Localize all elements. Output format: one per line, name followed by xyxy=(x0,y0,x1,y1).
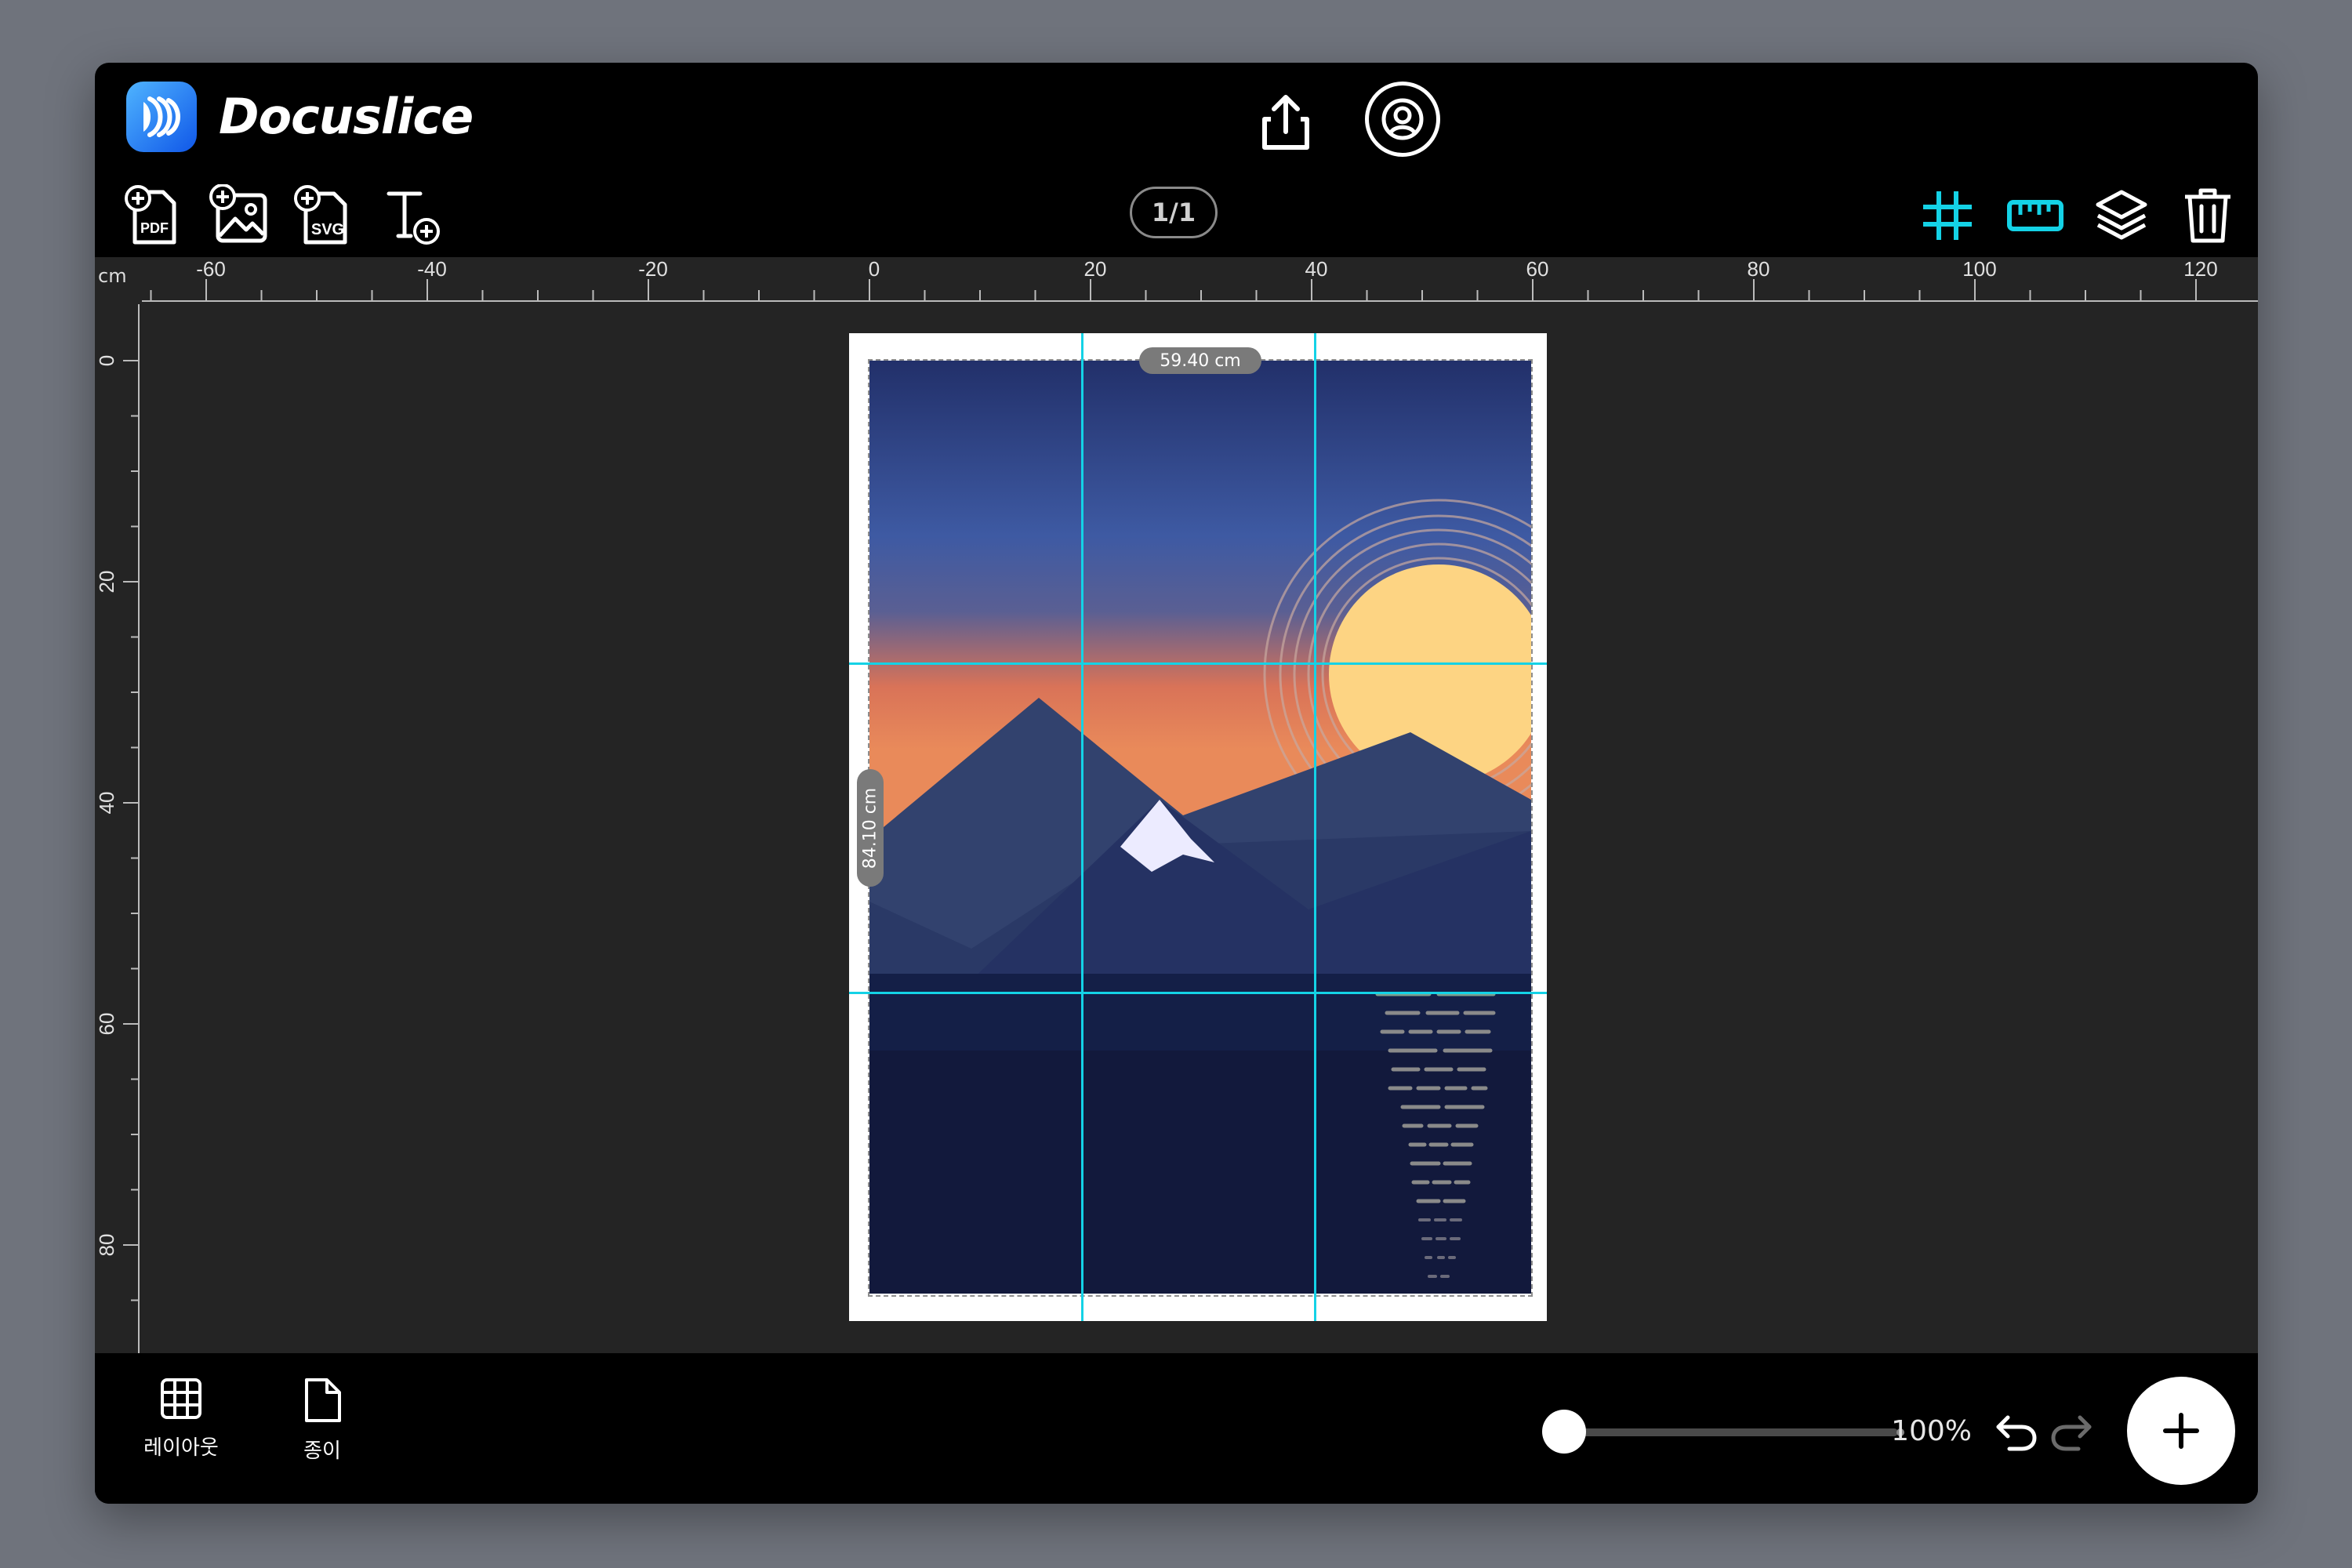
ruler-tick-label: 40 xyxy=(95,792,118,815)
redo-button[interactable] xyxy=(2047,1406,2097,1457)
add-pdf-button[interactable]: PDF xyxy=(118,180,189,251)
account-button[interactable] xyxy=(1365,82,1440,157)
layout-grid-icon xyxy=(161,1378,201,1419)
paper-height-label: 84.10 cm xyxy=(857,769,884,887)
tab-paper[interactable]: 종이 xyxy=(275,1377,369,1464)
ruler-tick-label: 0 xyxy=(869,257,880,281)
undo-button[interactable] xyxy=(1991,1406,2041,1457)
ruler-toggle-button[interactable] xyxy=(2000,180,2071,251)
account-icon xyxy=(1381,98,1424,140)
tab-layout[interactable]: 레이아웃 xyxy=(134,1377,228,1461)
layers-button[interactable] xyxy=(2086,180,2157,251)
canvas-area[interactable]: -60 -40 -20 0 20 40 60 80 100 120 0 20 40 60 80 cm xyxy=(95,257,2258,1353)
ruler-tick-label: -20 xyxy=(638,257,668,281)
redo-icon xyxy=(2051,1415,2092,1451)
bottom-bar: 레이아웃 종이 100% xyxy=(95,1353,2258,1504)
ruler-tick-label: 80 xyxy=(1748,257,1770,281)
share-button[interactable] xyxy=(1247,83,1325,162)
add-button[interactable] xyxy=(2127,1377,2235,1485)
ruler-tick-label: 60 xyxy=(95,1013,118,1036)
ruler-unit-label: cm xyxy=(98,265,127,287)
zoom-slider-handle[interactable] xyxy=(1542,1410,1586,1454)
ruler-tick-label: 60 xyxy=(1526,257,1549,281)
page-indicator[interactable]: 1/1 xyxy=(1130,187,1218,238)
zoom-value: 100% xyxy=(1891,1415,1972,1447)
plus-icon xyxy=(2163,1413,2199,1449)
share-upload-icon xyxy=(1262,95,1309,150)
svg-text:SVG: SVG xyxy=(311,221,344,238)
undo-icon xyxy=(1996,1415,2037,1451)
grid-toggle-button[interactable] xyxy=(1912,180,1983,251)
app-title: Docuslice xyxy=(219,88,474,145)
ruler-tick-label: -40 xyxy=(417,257,447,281)
trash-icon xyxy=(2185,188,2230,243)
ruler-tick-label: 40 xyxy=(1305,257,1328,281)
docuslice-logo-icon xyxy=(126,82,197,152)
app-window: Docuslice PDF SVG 1/1 -60 -40 -20 0 20 4… xyxy=(95,63,2258,1504)
slice-guide-vertical[interactable] xyxy=(1314,333,1316,1321)
zoom-slider-track[interactable] xyxy=(1567,1428,1898,1436)
svg-text:PDF: PDF xyxy=(140,220,169,236)
tab-layout-label: 레이아웃 xyxy=(143,1436,219,1460)
paper-width-label: 59.40 cm xyxy=(1139,347,1261,374)
paper-icon xyxy=(305,1378,341,1422)
vertical-ruler: 0 20 40 60 80 xyxy=(95,304,140,1353)
slice-guide-horizontal[interactable] xyxy=(849,662,1547,665)
paper-sheet[interactable]: 59.40 cm 84.10 cm xyxy=(849,333,1547,1321)
ruler-tick-label: 20 xyxy=(1084,257,1107,281)
ruler-tick-label: 20 xyxy=(95,571,118,593)
add-svg-icon: SVG xyxy=(294,185,347,245)
horizontal-ruler: -60 -40 -20 0 20 40 60 80 100 120 xyxy=(95,257,2258,304)
artwork-image[interactable] xyxy=(869,361,1531,1294)
add-image-button[interactable] xyxy=(205,180,275,251)
delete-button[interactable] xyxy=(2172,180,2243,251)
add-svg-button[interactable]: SVG xyxy=(289,180,360,251)
ruler-icon xyxy=(2007,200,2063,231)
add-text-icon xyxy=(387,191,440,245)
slice-guide-vertical[interactable] xyxy=(1081,333,1083,1321)
grid-icon xyxy=(1923,191,1972,240)
ruler-tick-label: 120 xyxy=(2183,257,2217,281)
ruler-tick-label: 80 xyxy=(95,1234,118,1257)
layers-icon xyxy=(2096,190,2147,240)
ruler-tick-label: 100 xyxy=(1962,257,1996,281)
add-text-button[interactable] xyxy=(377,180,448,251)
add-pdf-icon: PDF xyxy=(125,185,176,245)
tab-paper-label: 종이 xyxy=(303,1439,341,1463)
ruler-tick-label: 0 xyxy=(95,355,118,366)
add-image-icon xyxy=(209,184,267,243)
slice-guide-horizontal[interactable] xyxy=(849,992,1547,994)
ruler-tick-label: -60 xyxy=(196,257,226,281)
